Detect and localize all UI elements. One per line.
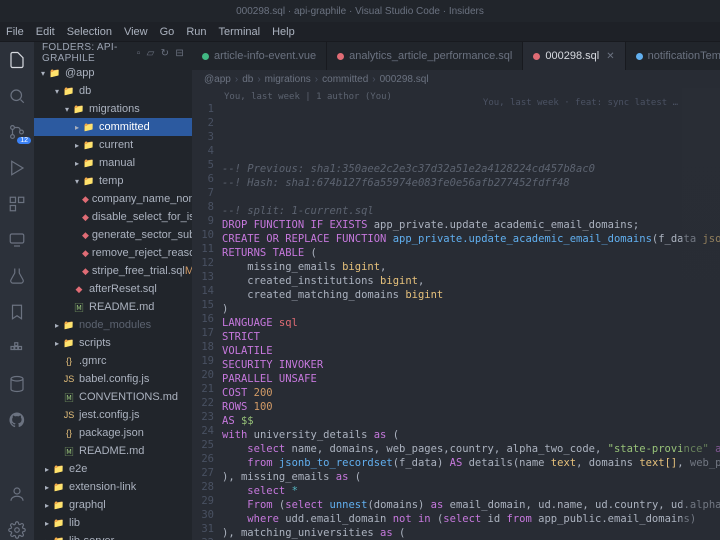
database-icon[interactable]	[7, 374, 27, 394]
tab[interactable]: notificationTemplate.config.ts	[626, 42, 720, 70]
tree-item[interactable]: ◆afterReset.sql	[34, 280, 192, 298]
sidebar-title: FOLDERS: API-GRAPHILE	[42, 42, 137, 64]
tree-root[interactable]: ▾📁@app	[34, 64, 192, 82]
remote-icon[interactable]	[7, 230, 27, 250]
tree-item[interactable]: 🄼CONVENTIONS.md	[34, 388, 192, 406]
refresh-icon[interactable]: ↻	[161, 48, 170, 59]
editor-tabs: article-info-event.vueanalytics_article_…	[192, 42, 720, 70]
tree-item[interactable]: ◆generate_sector_sub_sector_que…	[34, 226, 192, 244]
tab[interactable]: analytics_article_performance.sql	[327, 42, 523, 70]
explorer-sidebar: FOLDERS: API-GRAPHILE ▫ ▱ ↻ ⊟ ▾📁@app ▾📁d…	[34, 42, 192, 540]
tree-item[interactable]: 🄼README.md	[34, 442, 192, 460]
line-numbers: 1234567891011121314151617181920212223242…	[192, 88, 222, 540]
tree-item[interactable]: ◆company_name_non_special.sql	[34, 190, 192, 208]
tree-item[interactable]: ◆disable_select_for_is_deleted_ent…	[34, 208, 192, 226]
menu-edit[interactable]: Edit	[36, 26, 55, 38]
menu-selection[interactable]: Selection	[67, 26, 112, 38]
menu-go[interactable]: Go	[160, 26, 175, 38]
account-icon[interactable]	[7, 484, 27, 504]
tree-item[interactable]: ▸📁node_modules	[34, 316, 192, 334]
tree-item[interactable]: 🄼README.md	[34, 298, 192, 316]
menu-view[interactable]: View	[124, 26, 148, 38]
settings-icon[interactable]	[7, 520, 27, 540]
git-blame-inline: You, last week · feat: sync latest …	[483, 96, 678, 110]
extensions-icon[interactable]	[7, 194, 27, 214]
menu-file[interactable]: File	[6, 26, 24, 38]
new-folder-icon[interactable]: ▱	[147, 48, 155, 59]
tree-item[interactable]: ▸📁lib-server	[34, 532, 192, 540]
tree-item[interactable]: ◆stripe_free_trial.sqlM	[34, 262, 192, 280]
tree-item[interactable]: ▸📁lib	[34, 514, 192, 532]
docker-icon[interactable]	[7, 338, 27, 358]
tree-item[interactable]: ▾📁db	[34, 82, 192, 100]
tree-item[interactable]: ▸📁extension-link	[34, 478, 192, 496]
tree-item[interactable]: ▸📁manual	[34, 154, 192, 172]
window-title: 000298.sql · api-graphile · Visual Studi…	[0, 0, 720, 22]
menubar: File Edit Selection View Go Run Terminal Help	[0, 22, 720, 42]
scm-icon[interactable]	[7, 122, 27, 142]
tree-item[interactable]: ▸📁scripts	[34, 334, 192, 352]
github-icon[interactable]	[7, 410, 27, 430]
minimap[interactable]	[682, 88, 720, 540]
search-icon[interactable]	[7, 86, 27, 106]
breadcrumb[interactable]: @app›db›migrations›committed›000298.sql	[192, 70, 720, 88]
debug-icon[interactable]	[7, 158, 27, 178]
testing-icon[interactable]	[7, 266, 27, 286]
activity-bar	[0, 42, 34, 540]
bookmarks-icon[interactable]	[7, 302, 27, 322]
tab[interactable]: 000298.sql✕	[523, 42, 625, 70]
tree-item[interactable]: ▸📁committed	[34, 118, 192, 136]
new-file-icon[interactable]: ▫	[137, 48, 141, 59]
tree-item[interactable]: ▾📁migrations	[34, 100, 192, 118]
tree-item[interactable]: ▾📁temp	[34, 172, 192, 190]
tree-item[interactable]: JSbabel.config.js	[34, 370, 192, 388]
tree-item[interactable]: {}.gmrc	[34, 352, 192, 370]
menu-help[interactable]: Help	[272, 26, 295, 38]
close-icon[interactable]: ✕	[606, 51, 614, 62]
tree-item[interactable]: {}package.json	[34, 424, 192, 442]
collapse-icon[interactable]: ⊟	[175, 48, 184, 59]
tree-item[interactable]: ▸📁graphql	[34, 496, 192, 514]
tree-item[interactable]: ▸📁current	[34, 136, 192, 154]
tree-item[interactable]: JSjest.config.js	[34, 406, 192, 424]
tree-item[interactable]: ◆remove_reject_reason_on_vote.sql	[34, 244, 192, 262]
menu-terminal[interactable]: Terminal	[219, 26, 261, 38]
tab[interactable]: article-info-event.vue	[192, 42, 327, 70]
tree-item[interactable]: ▸📁e2e	[34, 460, 192, 478]
explorer-icon[interactable]	[7, 50, 27, 70]
code-content[interactable]: You, last week | 1 author (You) You, las…	[222, 88, 720, 540]
menu-run[interactable]: Run	[186, 26, 206, 38]
